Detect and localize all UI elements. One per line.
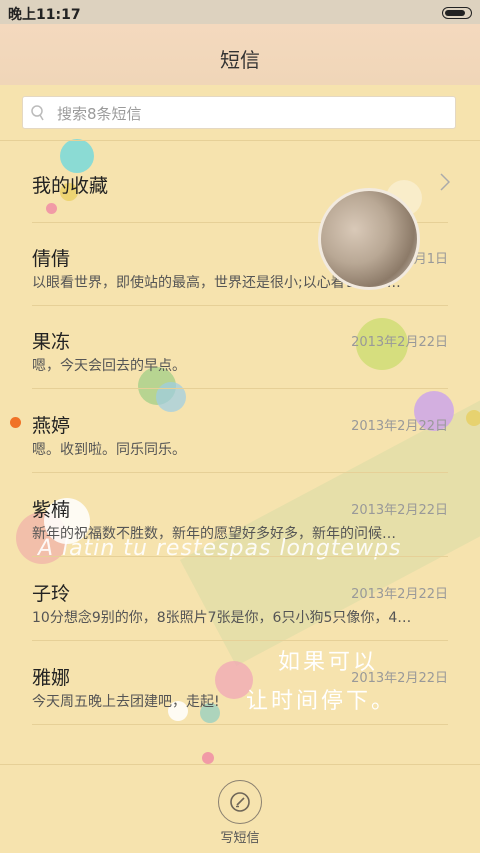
search-icon bbox=[31, 105, 44, 121]
battery-level bbox=[445, 10, 465, 16]
compose-label: 写短信 bbox=[220, 831, 260, 846]
row-divider bbox=[32, 556, 448, 557]
message-date: 2013年2月22日 bbox=[351, 335, 448, 350]
contact-name: 燕婷 bbox=[32, 415, 71, 437]
row-divider bbox=[32, 472, 448, 473]
contact-name: 果冻 bbox=[32, 331, 71, 353]
message-preview: 嗯。收到啦。同乐同乐。 bbox=[32, 442, 186, 458]
wallpaper-photo-bubble bbox=[318, 188, 420, 290]
row-divider bbox=[32, 724, 448, 725]
battery-icon bbox=[442, 7, 472, 19]
status-bar: 晚上11:17 bbox=[0, 0, 480, 24]
page-title: 短信 bbox=[220, 48, 260, 72]
conversation-row[interactable]: 果冻 2013年2月22日 嗯，今天会回去的早点。 bbox=[0, 307, 480, 389]
favorites-label: 我的收藏 bbox=[32, 175, 109, 197]
message-preview: 嗯，今天会回去的早点。 bbox=[32, 358, 186, 374]
compose-icon bbox=[230, 792, 250, 812]
conversation-row[interactable]: 子玲 2013年2月22日 10分想念9别的你，8张照片7张是你，6只小狗5只像… bbox=[0, 559, 480, 641]
chevron-right-icon bbox=[440, 173, 450, 191]
contact-name: 倩倩 bbox=[32, 248, 71, 270]
message-date: 2013年2月22日 bbox=[351, 671, 448, 686]
contact-name: 紫楠 bbox=[32, 499, 71, 521]
row-divider bbox=[32, 388, 448, 389]
message-date: 2013年2月22日 bbox=[351, 419, 448, 434]
conversation-row[interactable]: 燕婷 2013年2月22日 嗯。收到啦。同乐同乐。 bbox=[0, 391, 480, 473]
message-preview: 新年的祝福数不胜数，新年的愿望好多好多，新年的问候… bbox=[32, 526, 396, 542]
status-time: 晚上11:17 bbox=[8, 7, 81, 23]
search-area bbox=[0, 85, 480, 141]
contact-name: 雅娜 bbox=[32, 667, 71, 689]
compose-button[interactable] bbox=[218, 780, 262, 824]
message-preview: 10分想念9别的你，8张照片7张是你，6只小狗5只像你，4… bbox=[32, 610, 412, 626]
row-divider bbox=[32, 640, 448, 641]
conversation-row[interactable]: 紫楠 2013年2月22日 新年的祝福数不胜数，新年的愿望好多好多，新年的问候… bbox=[0, 475, 480, 557]
message-date: 2013年2月22日 bbox=[351, 503, 448, 518]
search-input[interactable] bbox=[55, 97, 449, 130]
wallpaper-bubble bbox=[202, 752, 214, 764]
contact-name: 子玲 bbox=[32, 583, 71, 605]
bottom-bar: 写短信 bbox=[0, 765, 480, 853]
row-divider bbox=[32, 305, 448, 306]
message-preview: 今天周五晚上去团建吧，走起! bbox=[32, 694, 220, 710]
conversation-row[interactable]: 雅娜 2013年2月22日 今天周五晚上去团建吧，走起! bbox=[0, 643, 480, 725]
message-date: 2013年2月22日 bbox=[351, 587, 448, 602]
header: 短信 bbox=[0, 24, 480, 85]
search-box[interactable] bbox=[22, 96, 456, 130]
